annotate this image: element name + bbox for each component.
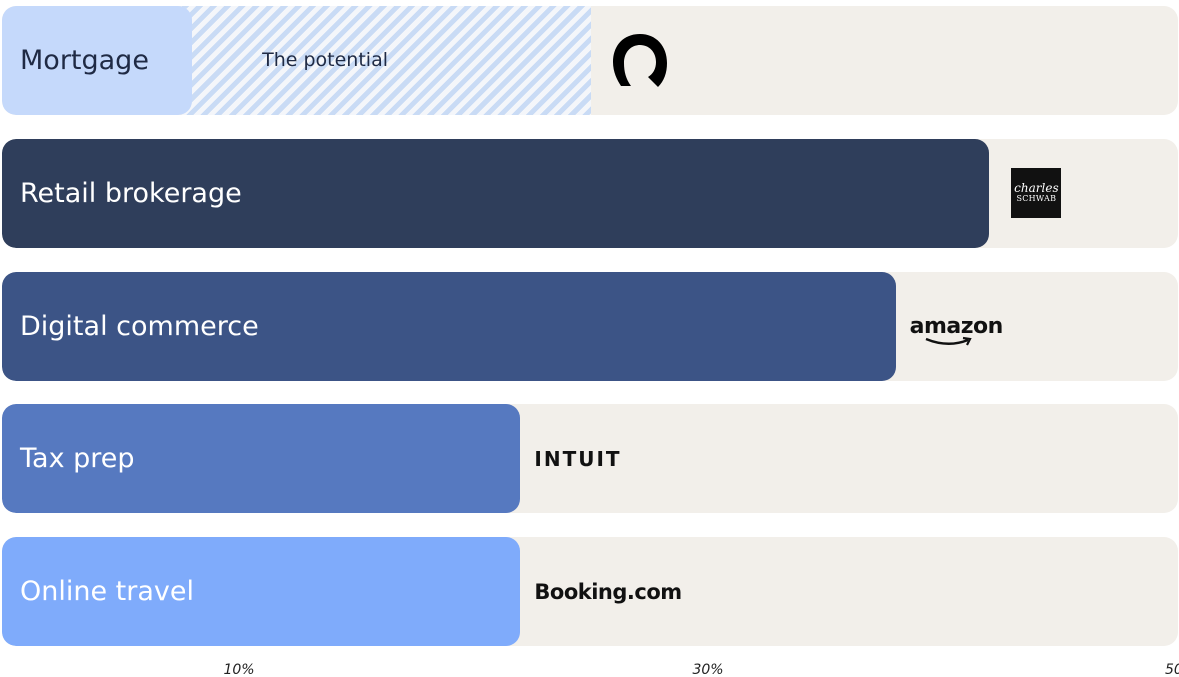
bar-label-mortgage: Mortgage [20, 45, 149, 76]
bar-track-digital-commerce: Digital commerce amazon [2, 271, 1178, 381]
bar-track-mortgage: The potential Mortgage [2, 6, 1178, 115]
schwab-mark: charles SCHWAB [1011, 168, 1062, 219]
schwab-text-1: charles [1014, 181, 1059, 196]
charles-schwab-logo: charles SCHWAB [1011, 139, 1062, 248]
potential-label: The potential [262, 49, 388, 71]
amazon-logo: amazon [910, 272, 1003, 381]
rocket-logo [609, 6, 671, 115]
x-tick-label-10-: 10% [223, 662, 255, 677]
x-tick-label-30-: 30% [692, 662, 724, 677]
booking-logo: Booking.com [534, 537, 682, 646]
bar-track-retail-brokerage: Retail brokerage charles SCHWAB [2, 138, 1178, 248]
intuit-wordmark: INTUIT [534, 446, 622, 471]
bar-track-tax-prep: Tax prep INTUIT [2, 404, 1178, 514]
rocket-icon [612, 33, 667, 87]
booking-wordmark: Booking.com [534, 579, 682, 604]
bar-label-tax-prep: Tax prep [20, 443, 135, 475]
intuit-logo: INTUIT [534, 404, 621, 513]
schwab-text-2: SCHWAB [1016, 194, 1057, 204]
bar-track-online-travel: Online travel Booking.com [2, 537, 1178, 646]
bar-label-retail-brokerage: Retail brokerage [20, 177, 242, 209]
bar-label-digital-commerce: Digital commerce [20, 310, 259, 342]
x-tick-label-50-: 50% [1165, 662, 1179, 677]
market-share-bar-chart: The potential Mortgage Retail brokerage cha… [0, 0, 1179, 677]
amazon-smile-icon [925, 336, 972, 345]
bar-label-online-travel: Online travel [20, 576, 194, 607]
